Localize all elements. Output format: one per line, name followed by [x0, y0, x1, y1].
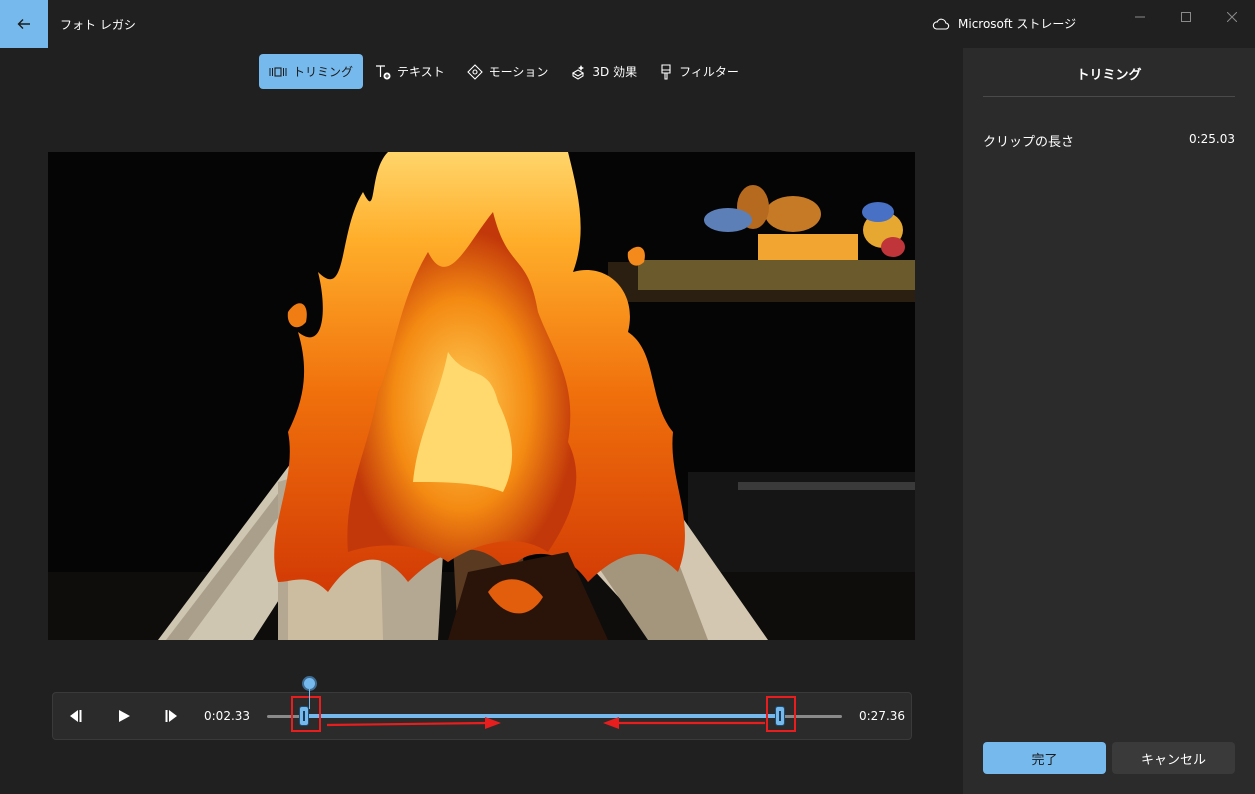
playhead-line: [309, 689, 310, 709]
clip-length-label: クリップの長さ: [983, 135, 1075, 150]
next-frame-icon: [165, 710, 177, 722]
tab-motion[interactable]: モーション: [457, 54, 559, 89]
tab-filter-label: フィルター: [679, 65, 739, 79]
cloud-icon: [932, 18, 950, 30]
play-icon: [119, 710, 130, 722]
maximize-icon: [1181, 12, 1191, 22]
video-preview[interactable]: [48, 152, 915, 640]
motion-icon: [466, 63, 483, 80]
panel-divider: [983, 96, 1235, 97]
text-icon: [376, 64, 391, 79]
start-handle-highlight: [291, 696, 321, 732]
edit-toolbar: トリミング テキスト モーション 3D 効果 フィルター: [259, 54, 751, 89]
tab-3d-effects[interactable]: 3D 効果: [560, 54, 647, 89]
previous-frame-icon: [70, 710, 82, 722]
close-button[interactable]: [1222, 8, 1242, 26]
tab-trim-label: トリミング: [293, 65, 354, 79]
minimize-icon: [1135, 16, 1145, 18]
back-button[interactable]: [0, 0, 48, 48]
play-button[interactable]: [115, 707, 133, 725]
cancel-button[interactable]: キャンセル: [1112, 742, 1235, 774]
trim-end-time: 0:27.36: [859, 709, 906, 723]
tab-text-label: テキスト: [397, 65, 445, 79]
campfire-video-frame: [48, 152, 915, 640]
tab-text[interactable]: テキスト: [365, 54, 455, 89]
playhead-handle[interactable]: [304, 678, 315, 689]
trim-panel: トリミング クリップの長さ 0:25.03 完了 キャンセル: [963, 48, 1255, 794]
close-icon: [1227, 12, 1237, 22]
minimize-button[interactable]: [1130, 8, 1150, 26]
tab-trim[interactable]: トリミング: [259, 54, 364, 89]
3d-effects-icon: [572, 64, 585, 80]
filter-icon: [661, 63, 671, 80]
storage-label: Microsoft ストレージ: [958, 17, 1077, 31]
maximize-button[interactable]: [1176, 8, 1196, 26]
trim-icon: [269, 66, 287, 77]
done-button[interactable]: 完了: [983, 742, 1106, 774]
back-arrow-icon: [17, 19, 30, 29]
previous-frame-button[interactable]: [66, 707, 84, 725]
next-frame-button[interactable]: [163, 707, 181, 725]
trim-start-time: 0:02.33: [204, 709, 251, 723]
tab-motion-label: モーション: [488, 65, 549, 79]
app-title: フォト レガシ: [60, 18, 136, 32]
tab-filter[interactable]: フィルター: [649, 54, 749, 89]
timeline-bar: 0:02.33 0:27.36: [52, 692, 912, 740]
panel-title: トリミング: [1076, 68, 1142, 83]
storage-button[interactable]: Microsoft ストレージ: [932, 15, 1076, 32]
clip-length-value: 0:25.03: [1188, 132, 1235, 146]
title-bar: フォト レガシ Microsoft ストレージ: [0, 0, 1255, 48]
drag-direction-arrows: [326, 717, 765, 729]
tab-3d-effects-label: 3D 効果: [592, 65, 638, 79]
